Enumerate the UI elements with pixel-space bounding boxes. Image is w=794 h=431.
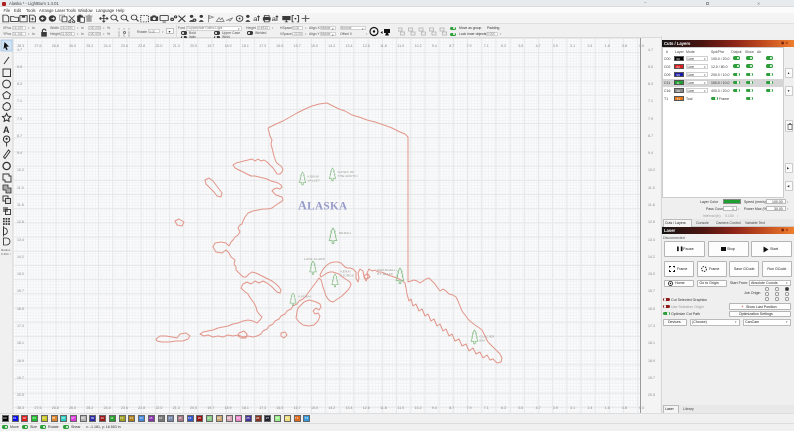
svg-text:ST. ELIAS: ST. ELIAS [377, 272, 393, 276]
svg-text:BAY: BAY [480, 338, 487, 342]
svg-text:ALASKA: ALASKA [298, 199, 347, 213]
svg-text:DENALI: DENALI [339, 231, 351, 235]
svg-text:LAKE CLARK: LAKE CLARK [304, 257, 326, 261]
svg-text:FJORDS: FJORDS [341, 273, 355, 277]
svg-text:KATMAI: KATMAI [299, 295, 312, 299]
svg-text:VALLEY: VALLEY [308, 178, 321, 182]
svg-text:THE ARCTIC: THE ARCTIC [338, 174, 359, 178]
